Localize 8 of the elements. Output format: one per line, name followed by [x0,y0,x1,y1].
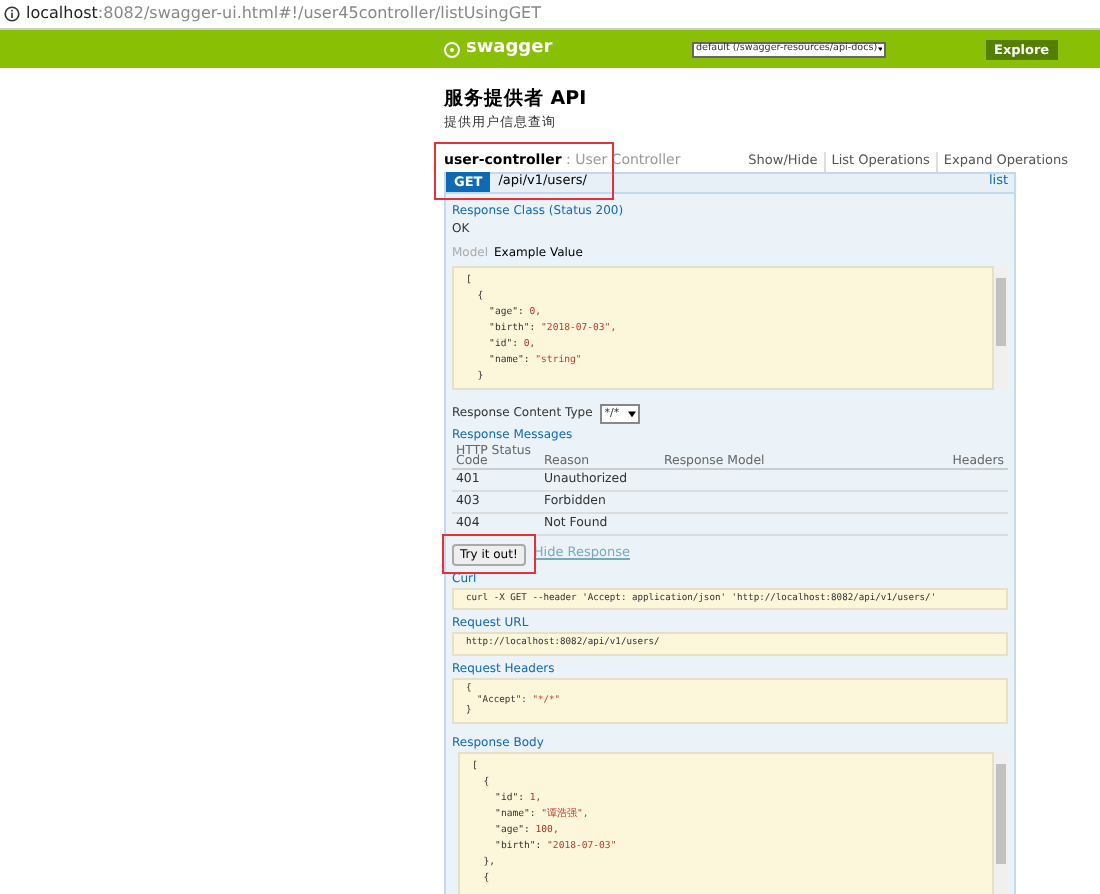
logo-icon [444,41,460,57]
logo-text: swagger [466,35,553,62]
info-icon [4,6,20,22]
caret-icon [627,409,636,418]
api-title: 服务提供者 API [444,86,589,114]
scrollbar [994,265,1008,389]
url-text[interactable]: localhost:8082/swagger-ui.html#!/user45controller/listUsingGET [26,2,541,26]
caret-icon [877,44,882,54]
